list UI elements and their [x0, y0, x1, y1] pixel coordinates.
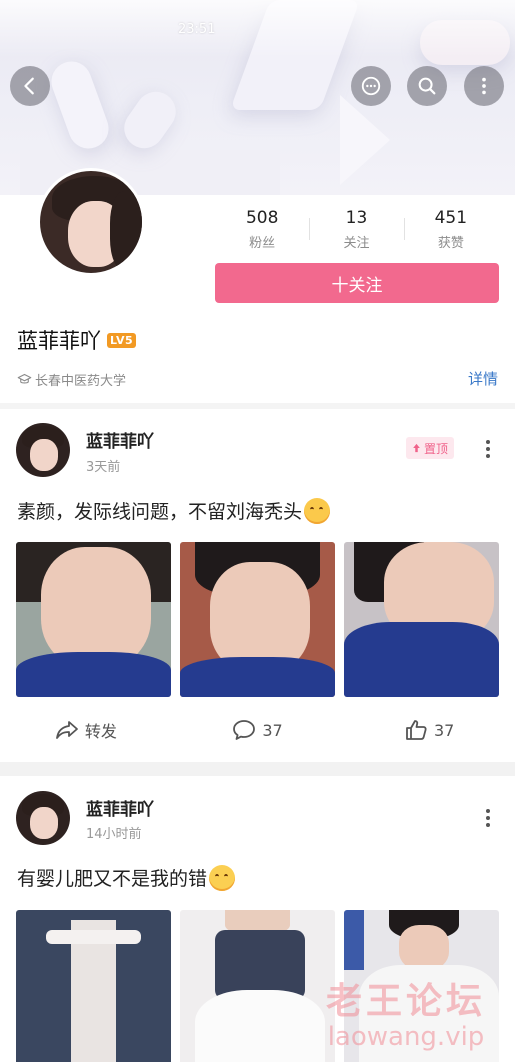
profile-avatar[interactable] — [37, 168, 145, 276]
flushed-face-emoji-icon — [209, 864, 236, 891]
share-label: 转发 — [84, 722, 117, 741]
post-time: 3天前 — [86, 460, 121, 475]
share-icon — [55, 721, 78, 739]
stat-value: 508 — [245, 208, 279, 228]
pinned-badge: 置顶 — [406, 437, 455, 459]
pin-arrow-icon — [413, 443, 420, 453]
status-time: 23:51 — [178, 22, 216, 37]
stat-value: 451 — [434, 208, 468, 228]
thumbs-up-icon — [406, 720, 427, 740]
post-author-avatar[interactable] — [16, 423, 70, 477]
comment-count: 37 — [262, 720, 283, 740]
post-photo-grid — [16, 910, 499, 1062]
stat-value: 13 — [345, 208, 368, 228]
stat-label: 粉丝 — [249, 236, 276, 251]
like-button[interactable]: 37 — [343, 715, 515, 745]
more-vertical-icon — [482, 77, 486, 95]
share-button[interactable]: 转发 — [0, 715, 172, 745]
back-button[interactable] — [10, 66, 50, 106]
comment-button[interactable]: 37 — [172, 715, 344, 745]
details-link[interactable]: 详情 — [468, 368, 498, 389]
post-actions: 转发 37 37 — [0, 715, 515, 745]
like-count: 37 — [434, 720, 455, 740]
profile-stats: 508 粉丝 13 关注 451 获赞 — [215, 208, 498, 254]
post-text-row: 有婴儿肥又不是我的错 — [17, 864, 236, 891]
post-more-button[interactable] — [478, 806, 498, 830]
stat-following[interactable]: 13 关注 — [309, 208, 403, 254]
post-card[interactable]: 蓝菲菲吖 14小时前 有婴儿肥又不是我的错 — [0, 776, 515, 1062]
stat-label: 关注 — [343, 236, 370, 251]
stat-fans[interactable]: 508 粉丝 — [215, 208, 309, 254]
post-photo[interactable] — [16, 910, 171, 1062]
profile-name: 蓝菲菲吖 — [17, 329, 101, 353]
more-vertical-icon — [486, 809, 490, 827]
post-author-name[interactable]: 蓝菲菲吖 — [86, 427, 154, 452]
post-text: 有婴儿肥又不是我的错 — [17, 868, 208, 890]
follow-button[interactable]: 十关注 — [215, 263, 499, 303]
pinned-label: 置顶 — [424, 441, 449, 456]
post-photo[interactable] — [344, 910, 499, 1062]
post-card[interactable]: 蓝菲菲吖 3天前 置顶 素颜，发际线问题，不留刘海秃头 转发 37 37 — [0, 409, 515, 762]
level-badge: LV5 — [107, 332, 137, 348]
school-name: 长春中医药大学 — [35, 374, 127, 389]
post-photo[interactable] — [344, 542, 499, 697]
search-button[interactable] — [407, 66, 447, 106]
post-time: 14小时前 — [86, 827, 142, 842]
more-vertical-icon — [486, 440, 490, 458]
graduation-cap-icon — [17, 373, 32, 384]
yawning-face-emoji-icon — [304, 497, 331, 524]
school-info: 长春中医药大学 — [17, 370, 126, 389]
status-bar: 23:51 — [0, 0, 515, 58]
search-icon — [418, 77, 436, 95]
more-options-button[interactable] — [464, 66, 504, 106]
chat-bubble-icon — [361, 76, 381, 96]
post-photo[interactable] — [16, 542, 171, 697]
post-author-avatar[interactable] — [16, 791, 70, 845]
post-author-name[interactable]: 蓝菲菲吖 — [86, 795, 154, 820]
post-photo[interactable] — [180, 542, 335, 697]
comment-icon — [233, 720, 256, 740]
post-photo[interactable] — [180, 910, 335, 1062]
profile-name-row: 蓝菲菲吖 LV5 — [17, 325, 137, 355]
chevron-left-icon — [24, 77, 34, 95]
post-text: 素颜，发际线问题，不留刘海秃头 — [17, 501, 303, 523]
stat-label: 获赞 — [437, 236, 464, 251]
section-divider — [0, 762, 515, 776]
post-more-button[interactable] — [478, 437, 498, 461]
post-text-row: 素颜，发际线问题，不留刘海秃头 — [17, 497, 331, 524]
message-button[interactable] — [351, 66, 391, 106]
post-photo-grid — [16, 542, 499, 697]
stat-likes[interactable]: 451 获赞 — [403, 208, 498, 254]
